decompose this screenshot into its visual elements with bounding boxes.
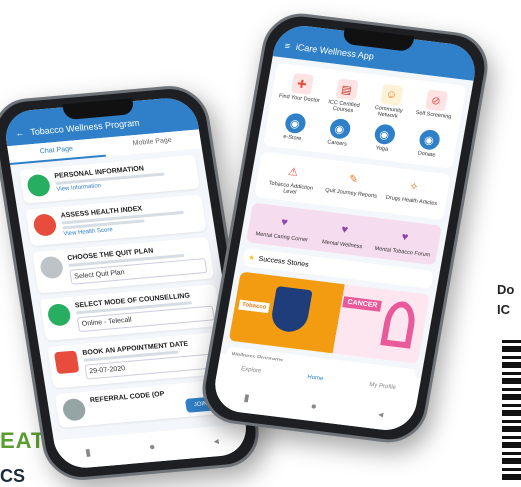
nav-profile[interactable]: My Profile: [369, 382, 397, 391]
donate-icon: ◉: [417, 128, 441, 151]
doctor-icon: ✚: [290, 72, 314, 95]
grid-item[interactable]: ♥ Mental Wellness: [313, 217, 374, 251]
grid-label: Tobacco Addiction Level: [268, 180, 314, 196]
app-title: Tobacco Wellness Program: [29, 117, 141, 138]
course-icon: ▤: [334, 78, 359, 101]
forum-icon: ♥: [400, 231, 410, 244]
back-icon[interactable]: ◂: [377, 409, 384, 420]
awareness-ribbon-icon: [380, 299, 419, 349]
menu-icon[interactable]: ▮: [84, 447, 91, 458]
side-heading-eat: EAT: [0, 428, 46, 453]
nav-explore[interactable]: Explore: [241, 366, 262, 374]
grid-label: ICC Certified Courses: [327, 99, 361, 115]
article-icon: ✧: [408, 180, 420, 194]
grid-label: Mental Wellness: [321, 239, 363, 251]
grid-label: Mental Caring Corner: [255, 231, 309, 244]
hamburger-icon[interactable]: ≡: [284, 41, 291, 51]
side-text-ic: IC: [497, 302, 510, 317]
feature-grid: ✚ Find Your Doctor ▤ ICC Certified Courses…: [263, 62, 467, 169]
card-quit-plan[interactable]: CHOOSE THE QUIT PLAN Select Quit Plan: [32, 236, 215, 294]
calendar-icon: [53, 350, 80, 375]
grid-label: Donate: [417, 150, 436, 159]
home-icon[interactable]: ●: [310, 400, 318, 412]
grid-label: Self Screening: [415, 109, 452, 121]
grid-label: Quit Journey Reports: [324, 187, 378, 200]
report-icon: ✎: [347, 172, 360, 186]
shield-icon: [25, 173, 52, 198]
grid-item[interactable]: ✚ Find Your Doctor: [276, 71, 325, 110]
grid-label: Find Your Doctor: [278, 93, 321, 105]
community-icon: ☺: [379, 83, 404, 106]
card-appointment[interactable]: BOOK AN APPOINTMENT DATE 29-07-2020: [47, 331, 230, 389]
grid-item[interactable]: ✎ Quit Journey Reports: [321, 165, 383, 205]
grid-item[interactable]: ▤ ICC Certified Courses: [321, 77, 370, 116]
menu-icon[interactable]: ▮: [243, 392, 250, 404]
grid-label: Mental Tobacco Forum: [374, 245, 431, 259]
screening-icon: ⊘: [424, 89, 448, 112]
star-icon: ★: [247, 254, 256, 263]
nav-home[interactable]: Home: [307, 374, 324, 382]
heart-icon: [32, 213, 58, 237]
grid-label: Community Network: [374, 104, 404, 120]
grid-item[interactable]: ♥ Mental Tobacco Forum: [374, 224, 435, 258]
mental-icon: ♥: [280, 216, 289, 229]
grid-item[interactable]: ◉ Yoga: [360, 122, 408, 155]
yoga-icon: ◉: [372, 123, 397, 146]
grid-label: e-Store: [282, 133, 302, 143]
clipboard-icon: [38, 255, 65, 280]
banner-right-label: CANCER: [342, 296, 383, 312]
success-title: Success Stories: [258, 255, 310, 269]
store-icon: ◉: [283, 112, 307, 135]
grid-item[interactable]: ◉ e-Store: [270, 111, 318, 144]
side-text-do: Do: [497, 282, 515, 297]
grid-label: Yoga: [375, 145, 389, 153]
back-arrow-icon[interactable]: ←: [14, 128, 25, 139]
qr-code: [502, 340, 521, 480]
cigarette-icon: ⚠: [287, 165, 300, 179]
back-icon[interactable]: ◂: [213, 436, 220, 447]
grid-item[interactable]: ♥ Mental Caring Corner: [253, 209, 314, 243]
grid-item[interactable]: ✧ Drugs Health Articles: [382, 173, 444, 213]
badge-shield-icon: [269, 286, 313, 334]
grid-item[interactable]: ◉ Donate: [405, 127, 453, 160]
grid-item[interactable]: ◉ Careers: [315, 116, 363, 149]
phone-icon: [46, 303, 72, 327]
right-phone-screen: ≡ iCare Wellness App ✚ Find Your Doctor ▤…: [210, 22, 480, 434]
home-icon[interactable]: ●: [148, 441, 156, 452]
tag-icon: [61, 397, 87, 422]
wellness-icon: ♥: [340, 223, 349, 237]
grid-label: Careers: [326, 139, 348, 148]
grid-item[interactable]: ⊘ Self Screening: [411, 88, 460, 127]
card-counselling[interactable]: SELECT MODE OF COUNSELLING Online - Tele…: [39, 284, 222, 342]
grid-label: Drugs Health Articles: [385, 194, 438, 208]
grid-item[interactable]: ☺ Community Network: [366, 82, 415, 121]
grid-item[interactable]: ⚠ Tobacco Addiction Level: [261, 158, 323, 198]
banner-left-label: Tobacco: [238, 299, 271, 314]
left-system-nav: ▮ ● ◂: [53, 423, 251, 471]
careers-icon: ◉: [327, 117, 352, 140]
right-phone: ≡ iCare Wellness App ✚ Find Your Doctor ▤…: [196, 9, 494, 447]
